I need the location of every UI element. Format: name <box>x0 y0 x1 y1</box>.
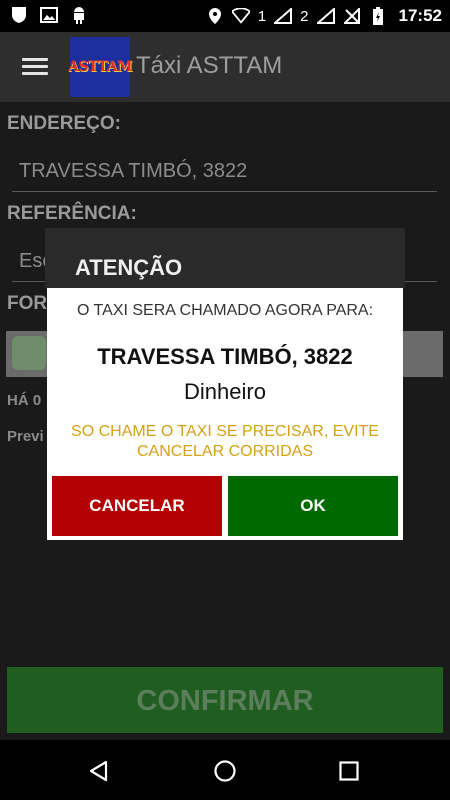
battery-icon <box>369 7 387 25</box>
image-icon <box>40 6 58 24</box>
notification-icons <box>10 6 88 24</box>
confirm-dialog: O TAXI SERA CHAMADO AGORA PARA: TRAVESSA… <box>47 288 403 540</box>
dialog-address: TRAVESSA TIMBÓ, 3822 <box>97 344 353 369</box>
address-field[interactable]: TRAVESSA TIMBÓ, 3822 <box>19 160 247 183</box>
dialog-header: ATENÇÃO <box>45 228 405 288</box>
shield-icon <box>10 6 28 24</box>
clock: 17:52 <box>398 6 442 25</box>
system-icons: 1 2 17:52 <box>206 6 442 26</box>
status-bar: 1 2 17:52 <box>0 0 450 32</box>
app-bar: ASTTAM Táxi ASTTAM <box>0 32 450 102</box>
back-icon[interactable] <box>84 756 114 786</box>
sim2-label: 2 <box>300 7 309 25</box>
signal-icon <box>316 7 335 25</box>
signal-icon <box>274 7 293 25</box>
ok-button[interactable]: OK <box>228 476 398 536</box>
forecast-info: Previ <box>7 428 44 445</box>
app-logo: ASTTAM <box>68 37 132 97</box>
address-underline <box>12 191 437 192</box>
menu-icon[interactable] <box>18 54 52 80</box>
app-title: Táxi ASTTAM <box>136 52 283 79</box>
dialog-payment: Dinheiro <box>184 379 266 404</box>
navigation-bar <box>0 740 450 800</box>
logo-text: ASTTAM <box>68 59 132 75</box>
payment-label: FOR <box>7 293 48 314</box>
money-icon <box>12 336 46 370</box>
waiting-info: HÁ 0 <box>7 392 42 409</box>
wifi-icon <box>231 7 250 25</box>
android-icon <box>70 6 88 24</box>
dialog-warning: SO CHAME O TAXI SE PRECISAR, EVITE CANCE… <box>71 423 379 460</box>
home-icon[interactable] <box>210 756 240 786</box>
cancel-button[interactable]: CANCELAR <box>52 476 222 536</box>
recents-icon[interactable] <box>334 756 364 786</box>
dialog-message: O TAXI SERA CHAMADO AGORA PARA: <box>76 302 374 319</box>
signal-off-icon <box>343 7 361 25</box>
confirm-button[interactable]: CONFIRMAR <box>7 667 443 733</box>
address-label: ENDEREÇO: <box>7 113 122 134</box>
location-icon <box>206 7 224 25</box>
reference-label: REFERÊNCIA: <box>7 203 137 224</box>
sim1-label: 1 <box>257 7 267 25</box>
dialog-title: ATENÇÃO <box>75 255 183 280</box>
